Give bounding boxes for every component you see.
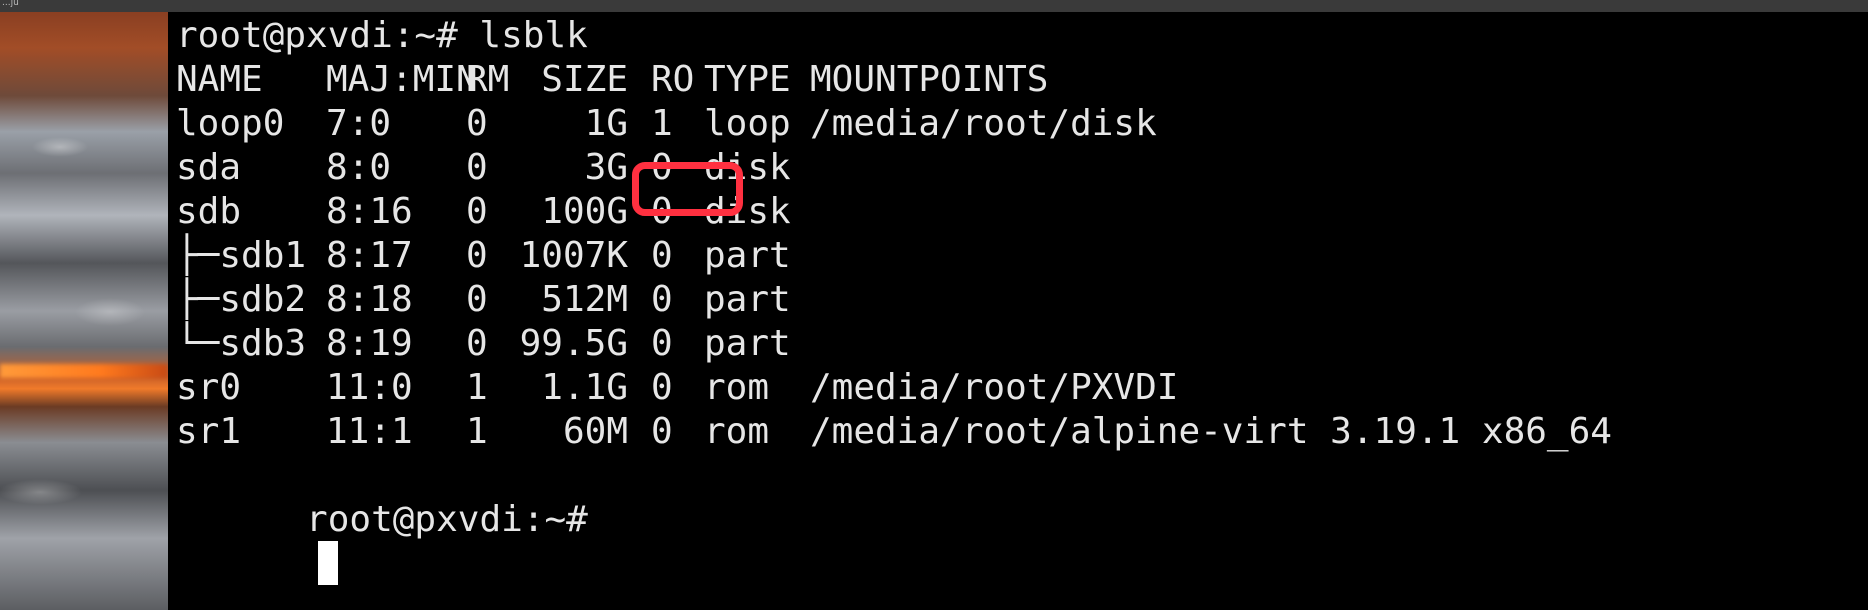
header-size: SIZE	[541, 59, 628, 100]
header-name: NAME	[176, 59, 263, 100]
device-majmin: 11:1	[326, 411, 413, 452]
lsblk-header-row: NAME MAJ:MIN RM SIZE RO TYPE MOUNTPOINTS	[176, 58, 1048, 102]
top-bar-text: ...ju	[2, 0, 19, 8]
wallpaper-light-streak	[0, 364, 168, 378]
device-majmin: 8:17	[326, 235, 413, 276]
device-majmin: 8:0	[326, 147, 392, 188]
device-row-sda: sda 8:0 0 3G 0 disk	[176, 146, 791, 190]
highlight-annotation-box	[632, 162, 743, 216]
device-name: └─sdb3	[176, 323, 307, 364]
device-row-sdb3: └─sdb3 8:19 0 99.5G 0 part	[176, 322, 791, 366]
header-rm: RM	[466, 59, 510, 100]
device-majmin: 7:0	[326, 103, 392, 144]
header-ro: RO	[651, 59, 695, 100]
device-rm: 1	[466, 367, 488, 408]
prompt-line[interactable]: root@pxvdi:~#	[176, 454, 588, 540]
device-rm: 0	[466, 147, 488, 188]
device-size: 1.1G	[541, 367, 628, 408]
device-mountpoint: /media/root/alpine-virt 3.19.1 x86_64	[810, 411, 1612, 452]
device-size: 60M	[562, 411, 628, 452]
device-row-sr0: sr0 11:0 1 1.1G 0 rom /media/root/PXVDI	[176, 366, 1178, 410]
device-rm: 0	[466, 103, 488, 144]
device-row-sdb2: ├─sdb2 8:18 0 512M 0 part	[176, 278, 791, 322]
device-type: part	[704, 323, 791, 364]
terminal-window[interactable]: root@pxvdi:~# lsblk NAME MAJ:MIN RM SIZE…	[168, 12, 1868, 610]
device-size: 1007K	[519, 235, 628, 276]
device-ro: 0	[651, 411, 673, 452]
device-rm: 0	[466, 235, 488, 276]
device-name: sr1	[176, 411, 242, 452]
device-ro: 0	[651, 235, 673, 276]
device-rm: 1	[466, 411, 488, 452]
device-name: sdb	[176, 191, 242, 232]
device-name: loop0	[176, 103, 285, 144]
screen: ...ju root@pxvdi:~# lsblk NAME MAJ:MIN R…	[0, 0, 1868, 610]
header-majmin: MAJ:MIN	[326, 59, 478, 100]
shell-prompt: root@pxvdi:~#	[306, 499, 588, 540]
device-mountpoint: /media/root/PXVDI	[810, 367, 1179, 408]
header-type: TYPE	[704, 59, 791, 100]
device-name: ├─sdb1	[176, 235, 307, 276]
device-type: part	[704, 235, 791, 276]
device-type: loop	[704, 103, 791, 144]
device-size: 3G	[584, 147, 628, 188]
device-majmin: 8:19	[326, 323, 413, 364]
device-row-sdb1: ├─sdb1 8:17 0 1007K 0 part	[176, 234, 791, 278]
device-majmin: 11:0	[326, 367, 413, 408]
device-row-loop0: loop0 7:0 0 1G 1 loop /media/root/disk	[176, 102, 1157, 146]
device-row-sdb: sdb 8:16 0 100G 0 disk	[176, 190, 791, 234]
window-top-bar: ...ju	[0, 0, 1868, 12]
device-type: rom	[704, 411, 770, 452]
device-rm: 0	[466, 279, 488, 320]
device-name: sr0	[176, 367, 242, 408]
device-ro: 0	[651, 323, 673, 364]
device-name: sda	[176, 147, 242, 188]
device-type: part	[704, 279, 791, 320]
desktop-wallpaper	[0, 12, 168, 610]
device-ro: 0	[651, 279, 673, 320]
device-majmin: 8:18	[326, 279, 413, 320]
device-mountpoint: /media/root/disk	[810, 103, 1157, 144]
device-size: 99.5G	[519, 323, 628, 364]
command-line: root@pxvdi:~# lsblk	[176, 15, 588, 56]
device-ro: 1	[651, 103, 673, 144]
device-name: ├─sdb2	[176, 279, 307, 320]
device-rm: 0	[466, 323, 488, 364]
device-type: rom	[704, 367, 770, 408]
device-majmin: 8:16	[326, 191, 413, 232]
terminal-cursor	[318, 541, 338, 585]
device-size: 1G	[584, 103, 628, 144]
device-size: 512M	[541, 279, 628, 320]
device-row-sr1: sr1 11:1 1 60M 0 rom /media/root/alpine-…	[176, 410, 1612, 454]
device-rm: 0	[466, 191, 488, 232]
device-size: 100G	[541, 191, 628, 232]
header-mountpoints: MOUNTPOINTS	[810, 59, 1049, 100]
device-ro: 0	[651, 367, 673, 408]
